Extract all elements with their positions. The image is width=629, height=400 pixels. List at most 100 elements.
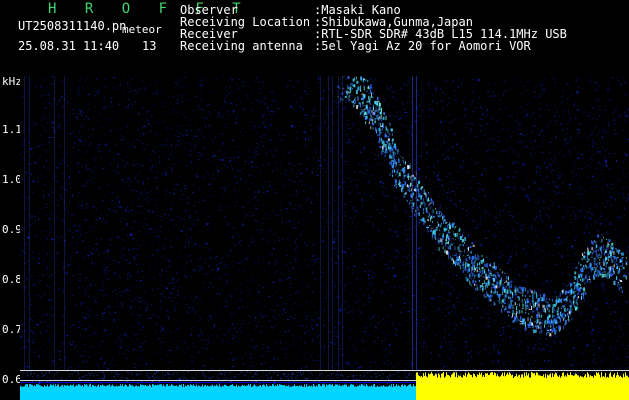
noise-pixel [425,151,427,153]
noise-pixel [212,358,214,360]
noise-pixel [425,176,427,178]
noise-pixel [471,309,473,312]
event-tag: meteor [122,23,162,36]
noise-pixel [113,260,116,262]
noise-pixel [51,76,54,78]
noise-pixel [549,164,551,166]
noise-pixel [113,210,115,211]
noise-pixel [423,184,425,186]
noise-pixel [252,237,254,239]
noise-pixel [164,174,167,176]
noise-pixel [494,145,496,147]
noise-pixel [111,364,113,366]
noise-pixel [507,128,509,130]
noise-pixel [516,121,518,123]
noise-pixel [469,228,471,230]
noise-pixel [96,249,98,251]
noise-pixel [213,78,215,80]
noise-pixel [110,332,111,335]
noise-pixel [390,167,392,169]
noise-pixel [526,116,528,118]
noise-pixel [487,125,489,127]
noise-pixel [295,105,297,108]
noise-pixel [289,295,291,296]
noise-pixel [387,364,389,366]
noise-pixel [145,309,148,311]
noise-pixel [142,80,144,82]
noise-pixel [584,108,586,109]
noise-pixel [310,301,312,302]
noise-pixel [435,90,437,91]
noise-pixel [79,225,81,227]
noise-pixel [122,136,124,138]
noise-pixel [117,306,119,308]
noise-pixel [361,279,362,281]
noise-pixel [388,260,391,262]
noise-pixel [20,123,21,124]
noise-pixel [31,257,33,259]
noise-pixel [371,215,372,217]
noise-pixel [537,198,539,201]
noise-pixel [454,99,456,101]
noise-pixel [139,195,140,197]
noise-pixel [213,153,215,155]
noise-pixel [80,122,82,124]
noise-pixel [167,318,169,320]
noise-pixel [93,263,95,265]
noise-pixel [345,218,347,220]
noise-pixel [434,87,435,89]
noise-pixel [285,174,286,176]
noise-pixel [428,109,430,110]
noise-pixel [138,205,140,207]
noise-pixel [550,287,552,289]
noise-pixel [432,107,434,109]
noise-pixel [179,327,181,329]
noise-pixel [238,299,240,301]
noise-pixel [405,224,408,226]
noise-pixel [316,242,317,244]
noise-pixel [543,244,546,246]
noise-pixel [62,317,64,318]
noise-pixel [505,89,507,91]
noise-pixel [59,227,61,229]
noise-pixel [622,196,624,198]
noise-pixel [20,97,22,98]
noise-pixel [516,159,517,161]
noise-pixel [523,223,525,225]
noise-pixel [494,256,496,258]
noise-pixel [96,239,97,241]
noise-pixel [464,341,467,343]
noise-pixel [524,279,526,281]
noise-pixel [396,250,398,252]
noise-pixel [613,346,615,348]
noise-pixel [127,290,129,291]
noise-pixel [377,228,379,230]
noise-pixel [540,107,542,109]
noise-pixel [136,280,138,282]
noise-pixel [27,147,29,149]
noise-pixel [173,108,175,110]
noise-pixel [150,364,152,365]
noise-pixel [615,106,617,108]
noise-pixel [34,350,36,352]
noise-pixel [587,355,589,357]
noise-pixel [488,148,490,150]
noise-pixel [457,85,459,88]
noise-pixel [389,229,391,232]
noise-pixel [222,340,224,342]
noise-pixel [303,188,305,190]
noise-pixel [599,351,601,353]
noise-pixel [301,274,303,275]
noise-pixel [449,193,451,195]
noise-pixel [220,143,222,145]
noise-pixel [317,139,319,141]
noise-pixel [422,204,424,206]
noise-pixel [90,143,92,145]
noise-pixel [146,197,148,199]
noise-pixel [501,316,503,318]
noise-pixel [67,368,69,370]
noise-pixel [465,366,467,368]
noise-pixel [349,309,351,311]
noise-pixel [455,100,457,102]
noise-pixel [518,266,520,267]
